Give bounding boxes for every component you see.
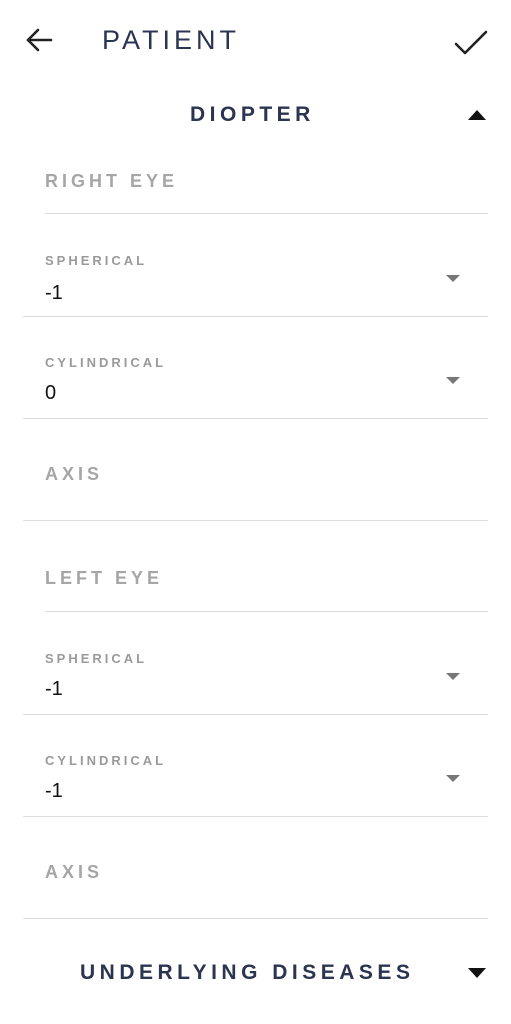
left-eye-divider xyxy=(45,611,488,612)
left-axis-label: AXIS xyxy=(45,862,104,882)
left-spherical-field[interactable]: SPHERICAL -1 xyxy=(23,613,488,715)
right-eye-divider xyxy=(45,213,488,214)
left-cylindrical-label: CYLINDRICAL xyxy=(45,753,167,768)
left-cylindrical-value: -1 xyxy=(45,780,63,802)
left-axis-field[interactable]: AXIS xyxy=(23,817,488,919)
save-button[interactable] xyxy=(450,24,492,62)
check-icon xyxy=(454,30,488,55)
right-spherical-field[interactable]: SPHERICAL -1 xyxy=(23,215,488,317)
right-cylindrical-label: CYLINDRICAL xyxy=(45,355,167,370)
back-button[interactable] xyxy=(22,24,56,56)
right-axis-underline xyxy=(23,520,488,521)
left-cylindrical-field[interactable]: CYLINDRICAL -1 xyxy=(23,715,488,817)
arrow-left-icon xyxy=(26,28,53,52)
right-axis-label: AXIS xyxy=(45,464,104,484)
right-spherical-label: SPHERICAL xyxy=(45,253,148,268)
diopter-section-header[interactable]: DIOPTER xyxy=(0,90,511,140)
chevron-up-icon[interactable] xyxy=(468,110,486,120)
right-cylindrical-value: 0 xyxy=(45,382,57,404)
right-cylindrical-field[interactable]: CYLINDRICAL 0 xyxy=(23,317,488,419)
chevron-down-icon[interactable] xyxy=(468,968,486,978)
underlying-diseases-section-header[interactable]: UNDERLYING DISEASES xyxy=(0,948,511,998)
left-axis-underline xyxy=(23,918,488,919)
app-header: PATIENT xyxy=(0,0,511,80)
left-spherical-value: -1 xyxy=(45,678,63,700)
chevron-down-icon[interactable] xyxy=(446,673,460,680)
right-eye-label: RIGHT EYE xyxy=(45,171,179,191)
right-axis-field[interactable]: AXIS xyxy=(23,419,488,521)
diopter-section-title: DIOPTER xyxy=(190,103,315,126)
chevron-down-icon[interactable] xyxy=(446,275,460,282)
chevron-down-icon[interactable] xyxy=(446,775,460,782)
chevron-down-icon[interactable] xyxy=(446,377,460,384)
page-title: PATIENT xyxy=(102,25,241,55)
left-spherical-label: SPHERICAL xyxy=(45,651,148,666)
underlying-diseases-section-title: UNDERLYING DISEASES xyxy=(80,961,415,984)
left-eye-label: LEFT EYE xyxy=(45,568,164,588)
right-spherical-value: -1 xyxy=(45,282,63,304)
